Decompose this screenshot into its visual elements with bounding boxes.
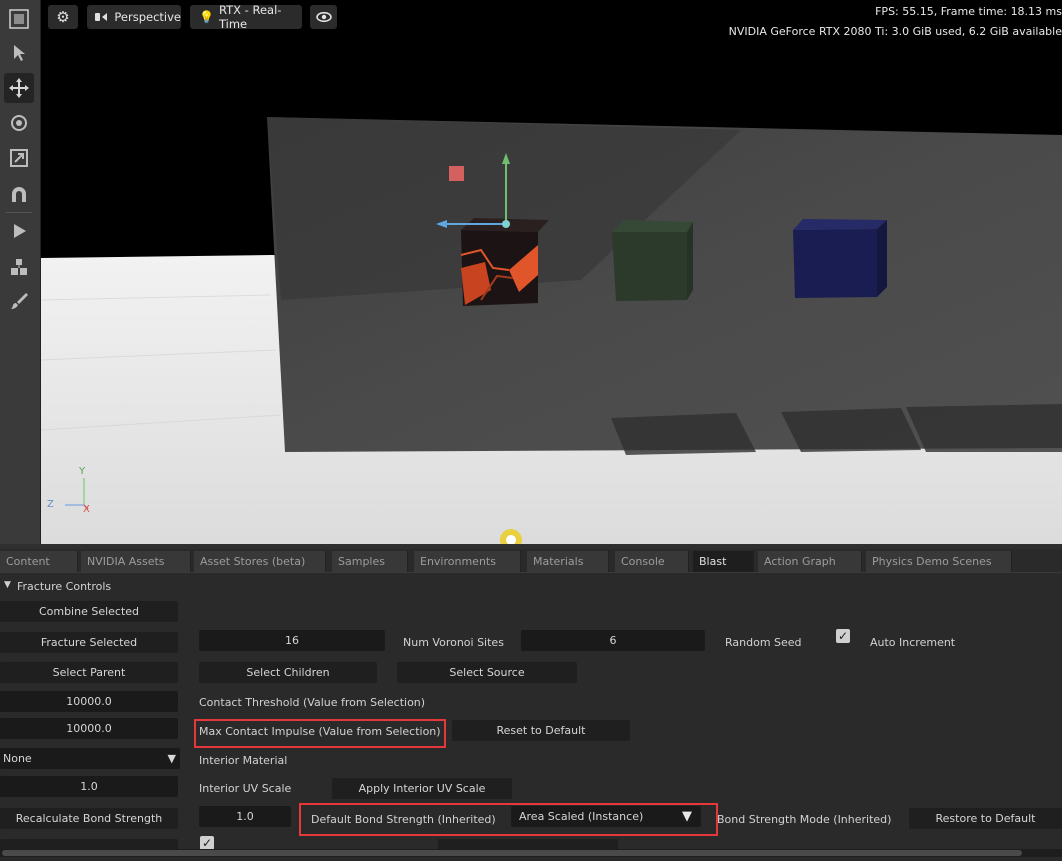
partial-checkbox[interactable]: ✓ <box>200 836 214 850</box>
recalculate-bond-button[interactable]: Recalculate Bond Strength <box>0 808 178 829</box>
gear-icon: ⚙ <box>56 8 70 26</box>
lightbulb-icon: 💡 <box>199 10 214 24</box>
viewport[interactable]: Y Z X ⚙ Perspective 💡 RTX - Real-Time FP… <box>41 0 1062 544</box>
select-arrow-icon[interactable] <box>4 38 34 68</box>
bond-strength-mode-label: Bond Strength Mode (Inherited) <box>717 813 892 826</box>
fracture-selected-button[interactable]: Fracture Selected <box>0 632 178 653</box>
bond-mode-value: Area Scaled (Instance) <box>519 810 644 823</box>
select-parent-button[interactable]: Select Parent <box>0 662 178 683</box>
apply-interior-uv-button[interactable]: Apply Interior UV Scale <box>332 778 512 799</box>
random-seed-field[interactable]: 6 <box>521 630 705 651</box>
viewport-settings-button[interactable]: ⚙ <box>48 5 78 29</box>
max-contact-impulse-label: Max Contact Impulse (Value from Selectio… <box>199 725 441 738</box>
contact-threshold-label: Contact Threshold (Value from Selection) <box>199 696 426 709</box>
fps-readout: FPS: 55.15, Frame time: 18.13 ms <box>875 5 1062 18</box>
tab-physics-demo-scenes[interactable]: Physics Demo Scenes <box>866 551 1012 572</box>
tab-nvidia-assets[interactable]: NVIDIA Assets <box>81 551 191 572</box>
pivot-marker[interactable] <box>449 166 464 181</box>
render-mode-button[interactable]: 💡 RTX - Real-Time <box>190 3 302 31</box>
dropdown-arrow-icon: ▼ <box>167 752 176 765</box>
render-mode-label: RTX - Real-Time <box>218 3 282 31</box>
bond-mode-dropdown[interactable]: Area Scaled (Instance) ▼ <box>511 806 701 827</box>
select-children-button[interactable]: Select Children <box>199 662 377 683</box>
paint-brush-icon[interactable] <box>4 286 34 316</box>
section-title: Fracture Controls <box>17 580 112 593</box>
num-voronoi-label: Num Voronoi Sites <box>403 636 504 649</box>
green-cube[interactable] <box>612 220 693 301</box>
auto-increment-checkbox[interactable]: ✓ <box>836 629 850 643</box>
auto-increment-label: Auto Increment <box>870 636 956 649</box>
play-icon[interactable] <box>4 216 34 246</box>
tab-environments[interactable]: Environments <box>414 551 521 572</box>
restore-to-default-button[interactable]: Restore to Default <box>909 808 1062 829</box>
magnet-snap-icon[interactable] <box>4 180 34 210</box>
max-contact-impulse-field[interactable]: 10000.0 <box>0 718 178 739</box>
camera-menu-button[interactable]: Perspective <box>87 5 181 29</box>
num-voronoi-field[interactable]: 16 <box>199 630 385 651</box>
tab-action-graph[interactable]: Action Graph <box>758 551 862 572</box>
axis-x-label: X <box>83 504 90 515</box>
scrollbar-thumb[interactable] <box>2 850 1022 856</box>
collapse-triangle-icon[interactable]: ▼ <box>4 580 11 590</box>
select-source-button[interactable]: Select Source <box>397 662 577 683</box>
physics-blocks-icon[interactable] <box>4 252 34 282</box>
gpu-readout: NVIDIA GeForce RTX 2080 Ti: 3.0 GiB used… <box>728 25 1062 38</box>
blast-panel: ▼ Fracture Controls Combine Selected Fra… <box>0 573 1062 861</box>
contact-threshold-field[interactable]: 10000.0 <box>0 691 178 712</box>
eye-icon <box>315 12 332 22</box>
left-toolbar <box>0 0 41 544</box>
camera-label: Perspective <box>114 10 181 24</box>
tab-bar: Content NVIDIA Assets Asset Stores (beta… <box>0 549 1062 573</box>
tab-console[interactable]: Console <box>615 551 689 572</box>
axis-z-label: Z <box>47 499 54 510</box>
axis-y-label: Y <box>79 466 86 477</box>
video-camera-icon <box>95 13 101 21</box>
blue-cube[interactable] <box>793 219 887 298</box>
scale-tool-icon[interactable] <box>4 143 34 173</box>
reset-to-default-button[interactable]: Reset to Default <box>452 720 630 741</box>
default-bond-strength-label: Default Bond Strength (Inherited) <box>311 813 496 826</box>
tab-samples[interactable]: Samples <box>332 551 408 572</box>
combine-selected-button[interactable]: Combine Selected <box>0 601 178 622</box>
interior-material-value: None <box>3 752 32 765</box>
interior-uv-scale-field[interactable]: 1.0 <box>0 776 178 797</box>
interior-uv-scale-label: Interior UV Scale <box>199 782 292 795</box>
interior-material-label: Interior Material <box>199 754 288 767</box>
tab-materials[interactable]: Materials <box>527 551 609 572</box>
dropdown-arrow-icon: ▼ <box>682 809 692 824</box>
scene-render <box>41 117 1062 544</box>
tab-asset-stores[interactable]: Asset Stores (beta) <box>194 551 326 572</box>
tab-blast[interactable]: Blast <box>693 551 754 572</box>
logo-cube-icon[interactable] <box>4 4 34 34</box>
visibility-button[interactable] <box>310 5 337 29</box>
interior-material-dropdown[interactable]: None ▼ <box>0 748 180 769</box>
bond-strength-field[interactable]: 1.0 <box>199 806 291 827</box>
fractured-cube[interactable] <box>460 218 549 306</box>
random-seed-label: Random Seed <box>725 636 802 649</box>
tab-content[interactable]: Content <box>0 551 78 572</box>
rotate-tool-icon[interactable] <box>4 108 34 138</box>
move-tool-icon[interactable] <box>4 73 34 103</box>
horizontal-scrollbar[interactable] <box>0 849 1062 857</box>
